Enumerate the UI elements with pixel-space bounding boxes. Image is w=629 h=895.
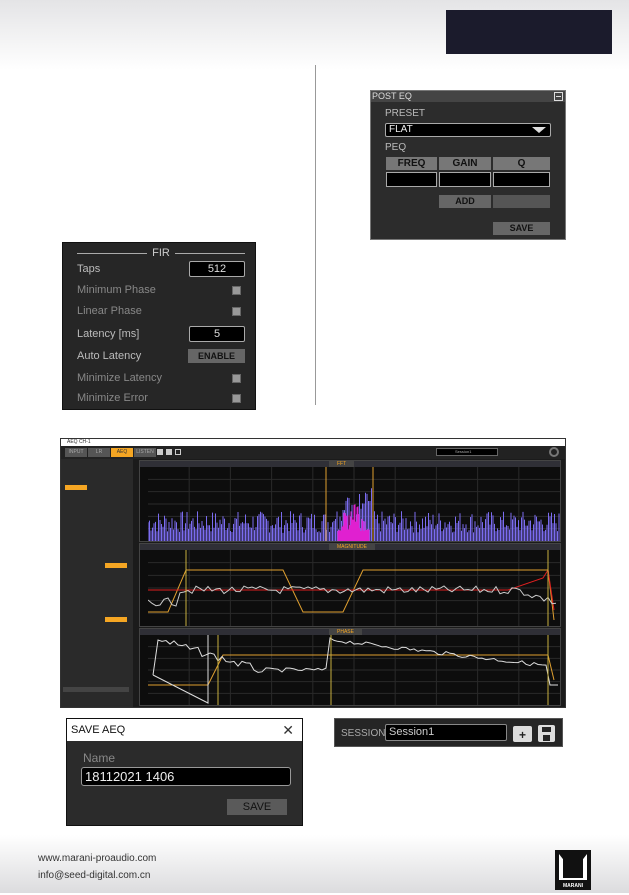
preset-select[interactable]: FLAT	[385, 123, 551, 137]
q-input[interactable]	[493, 172, 550, 187]
apply-button-1[interactable]	[105, 563, 127, 568]
peq-label: PEQ	[385, 142, 407, 153]
col-freq: FREQ	[386, 157, 437, 170]
save-icon[interactable]	[538, 725, 555, 742]
phase-chart	[148, 635, 560, 705]
side-panel	[61, 459, 133, 707]
new-folder-icon[interactable]: +	[513, 726, 532, 742]
magnitude-target	[148, 569, 555, 621]
auto-latency-row: Auto Latency ENABLE	[77, 347, 245, 365]
min-error-row: Minimize Error	[77, 389, 245, 407]
footer	[0, 835, 629, 893]
header-block	[446, 10, 612, 54]
lin-phase-row: Linear Phase	[77, 302, 245, 320]
gain-input[interactable]	[439, 172, 491, 187]
latency-input[interactable]: 5	[189, 326, 245, 342]
min-phase-checkbox[interactable]	[232, 286, 241, 295]
tab-aeq[interactable]: AEQ	[111, 448, 133, 457]
close-icon[interactable]: ✕	[282, 722, 294, 739]
add-button[interactable]: ADD	[439, 195, 491, 208]
freq-input[interactable]	[386, 172, 437, 187]
session-field-small[interactable]: Session1	[436, 448, 498, 456]
save-button[interactable]: SAVE	[493, 222, 550, 235]
preset-label: PRESET	[385, 108, 426, 119]
enable-button[interactable]: ENABLE	[188, 349, 245, 363]
fft-chart	[148, 467, 560, 541]
column-divider	[315, 65, 316, 405]
taps-input[interactable]: 512	[189, 261, 245, 277]
latency-row: Latency [ms] 5	[77, 325, 245, 343]
min-error-checkbox[interactable]	[232, 394, 241, 403]
post-eq-panel: POST EQ PRESET FLAT PEQ FREQ GAIN Q ADD …	[370, 90, 566, 240]
min-latency-row: Minimize Latency	[77, 369, 245, 387]
fft-plot: FFT	[139, 460, 561, 542]
tab-input[interactable]: INPUT	[65, 448, 87, 457]
chevron-down-icon	[532, 127, 546, 133]
tab-listen[interactable]: LISTEN	[134, 448, 156, 457]
min-phase-row: Minimum Phase	[77, 281, 245, 299]
gear-icon[interactable]	[175, 449, 181, 455]
name-label: Name	[83, 751, 116, 765]
phase-plot: PHASE	[139, 628, 561, 706]
taps-row: Taps 512	[77, 260, 245, 278]
magnitude-plot: MAGNITUDE	[139, 543, 561, 627]
name-input[interactable]: 18112021 1406	[81, 767, 291, 786]
magnitude-chart	[148, 550, 560, 626]
delete-button-disabled	[493, 195, 550, 208]
lin-phase-checkbox[interactable]	[232, 307, 241, 316]
folder-icon[interactable]	[157, 449, 163, 455]
minimize-icon[interactable]	[554, 92, 563, 101]
magnitude-measured	[148, 585, 557, 607]
session-label: SESSION	[341, 728, 386, 739]
window-title: AEQ CH-1	[61, 439, 565, 446]
phase-trace	[152, 637, 558, 686]
save-aeq-dialog: SAVE AEQ ✕ Name 18112021 1406 SAVE	[66, 718, 303, 826]
tab-lr[interactable]: LR	[88, 448, 110, 457]
min-latency-checkbox[interactable]	[232, 374, 241, 383]
session-input[interactable]: Session1	[385, 724, 507, 741]
fir-header: FIR	[77, 247, 245, 259]
website-link[interactable]: www.marani-proaudio.com	[38, 853, 156, 864]
svg-text:MARANI: MARANI	[563, 883, 584, 889]
dialog-title: SAVE AEQ	[67, 719, 302, 741]
marani-logo: MARANI	[555, 850, 591, 890]
email-link[interactable]: info@seed-digital.com.cn	[38, 870, 150, 881]
col-gain: GAIN	[439, 157, 491, 170]
post-eq-title: POST EQ	[371, 91, 565, 102]
settings-icon[interactable]	[549, 447, 559, 457]
apply-button-2[interactable]	[105, 617, 127, 622]
side-footer-bar	[63, 687, 129, 692]
aeq-app-window: AEQ CH-1 INPUT LR AEQ LISTEN Session1 FF…	[60, 438, 566, 708]
session-bar: SESSION Session1 +	[334, 718, 563, 747]
col-q: Q	[493, 157, 550, 170]
side-tab-active[interactable]	[65, 485, 87, 490]
app-toolbar: INPUT LR AEQ LISTEN Session1	[61, 446, 565, 459]
fir-panel: FIR Taps 512 Minimum Phase Linear Phase L…	[62, 242, 256, 410]
save-aeq-button[interactable]: SAVE	[227, 799, 287, 815]
save-icon[interactable]	[166, 449, 172, 455]
